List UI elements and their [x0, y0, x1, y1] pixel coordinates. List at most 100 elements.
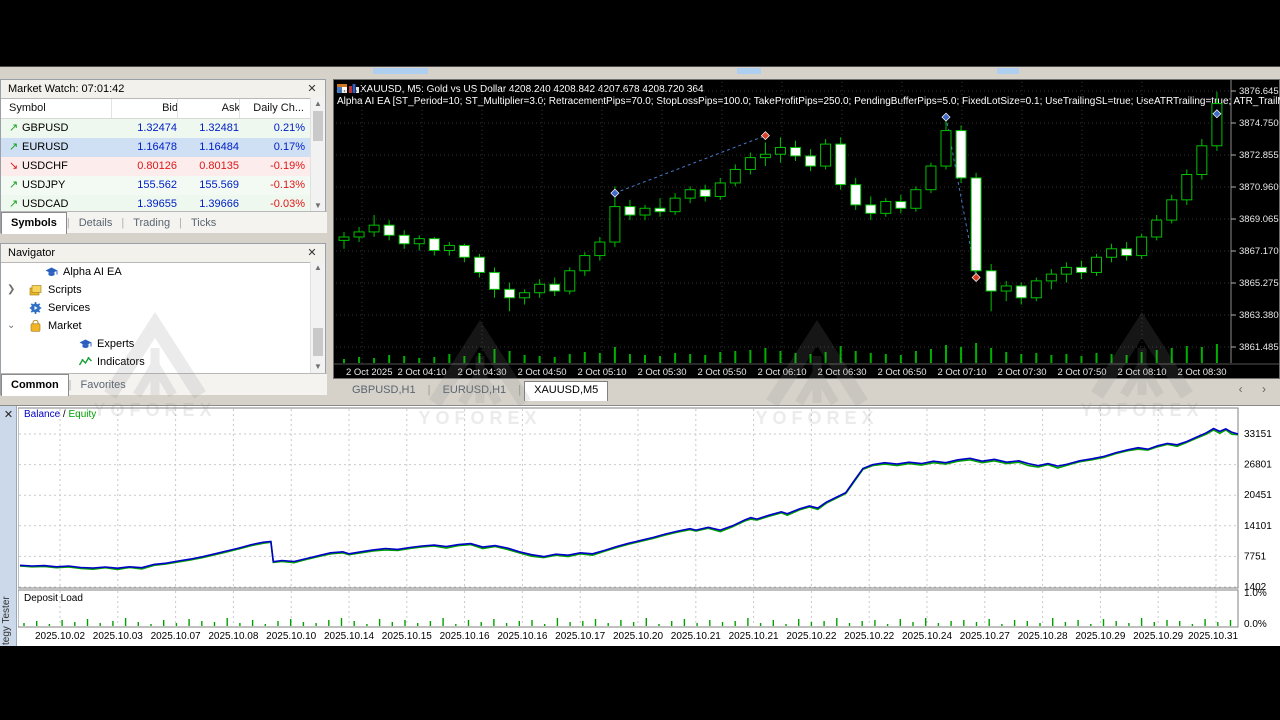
chart-tab-bar: GBPUSD,H1 | EURUSD,H1 | XAUUSD,M5 ‹ › — [333, 379, 1280, 401]
strategy-tester-vertical-tab[interactable]: tegy Tester — [1, 495, 16, 645]
symbol-cell: ↗ USDJPY — [9, 176, 119, 195]
tab-symbols[interactable]: Symbols — [1, 212, 67, 234]
navigator-item-services[interactable]: Services — [1, 299, 325, 317]
scroll-down-icon[interactable]: ▼ — [311, 361, 325, 373]
tester-date-label: 2025.10.21 — [671, 631, 721, 642]
candlestick-chart[interactable]: 3876.645 3874.750 3872.855 3870.960 3869.065… — [334, 80, 1279, 378]
bid-cell: 0.80126 — [137, 160, 177, 172]
collapse-icon[interactable]: ⌄ — [7, 317, 15, 335]
column-header-daily-ch-[interactable]: Daily Ch... — [239, 99, 304, 118]
tester-date-label: 2025.10.15 — [382, 631, 432, 642]
navigator-item-alpha-ai-ea[interactable]: Alpha AI EA — [1, 263, 325, 281]
navigator-title: Navigator ✕ — [1, 244, 325, 263]
market-watch-rows: ↗ GBPUSD 1.32474 1.32481 0.21% ↗ EURUSD 1.16478… — [1, 119, 325, 214]
services-icon — [29, 302, 42, 314]
tab-common[interactable]: Common — [1, 374, 69, 396]
market-watch-row[interactable]: ↗ USDJPY 155.562 155.569 -0.13% — [1, 176, 325, 195]
time-axis-label: 2 Oct 06:10 — [757, 367, 806, 378]
time-axis-label: 2 Oct 07:30 — [997, 367, 1046, 378]
legend-equity: Equity — [68, 409, 97, 420]
balance-axis-label: 7751 — [1244, 551, 1267, 562]
scroll-up-icon[interactable]: ▲ — [311, 98, 325, 110]
market-watch-row[interactable]: ↗ EURUSD 1.16478 1.16484 0.17% — [1, 138, 325, 157]
expand-icon[interactable]: ❯ — [7, 281, 15, 299]
daily-change-cell: 0.17% — [273, 141, 305, 153]
tester-date-label: 2025.10.16 — [440, 631, 490, 642]
close-icon[interactable]: ✕ — [305, 82, 319, 96]
deposit-axis-label: 1.0% — [1244, 588, 1267, 599]
market-watch-scrollbar[interactable]: ▲ ▼ — [310, 98, 325, 212]
navigator-scrollbar[interactable]: ▲ ▼ — [310, 262, 325, 373]
balance-axis-label: 33151 — [1244, 429, 1272, 440]
chart-tab-gbpusd-h1[interactable]: GBPUSD,H1 — [343, 382, 425, 399]
toolbar-button-highlight[interactable] — [737, 68, 761, 74]
market-watch-row[interactable]: ↗ GBPUSD 1.32474 1.32481 0.21% — [1, 119, 325, 138]
symbol-cell: ↗ GBPUSD — [9, 119, 119, 138]
tick-down-icon: ↘ — [9, 160, 19, 172]
scrollbar-thumb[interactable] — [313, 111, 323, 141]
market-watch-title: Market Watch: 07:01:42 ✕ — [1, 80, 325, 99]
market-watch-header[interactable]: Symbol Bid Ask Daily Ch... — [1, 99, 325, 119]
market-watch-row[interactable]: ↘ USDCHF 0.80126 0.80135 -0.19% — [1, 157, 325, 176]
time-axis-label: 2 Oct 04:30 — [457, 367, 506, 378]
toolbar-button-highlight[interactable] — [997, 68, 1019, 74]
navigator-item-market[interactable]: ⌄ Market — [1, 317, 325, 335]
column-header-ask[interactable]: Ask — [177, 99, 240, 118]
price-axis-label: 3865.275 — [1239, 278, 1279, 289]
toolbar-button-highlight[interactable] — [373, 68, 428, 74]
navigator-item-indicators[interactable]: Indicators — [1, 353, 325, 371]
balance-axis-label: 20451 — [1244, 490, 1272, 501]
close-icon[interactable]: ✕ — [2, 409, 15, 422]
bid-cell: 1.16478 — [137, 141, 177, 153]
time-axis-label: 2 Oct 06:50 — [877, 367, 926, 378]
chart-tab-xauusd-m5[interactable]: XAUUSD,M5 — [524, 381, 609, 401]
column-header-symbol[interactable]: Symbol — [9, 99, 109, 118]
price-axis-label: 3869.065 — [1239, 214, 1279, 225]
column-header-bid[interactable]: Bid — [111, 99, 178, 118]
tick-up-icon: ↗ — [9, 141, 19, 153]
tab-trading[interactable]: Trading — [124, 213, 179, 233]
tab-ticks[interactable]: Ticks — [182, 213, 225, 233]
chart-tab-eurusd-h1[interactable]: EURUSD,H1 — [434, 382, 516, 399]
price-axis-label: 3861.485 — [1239, 342, 1279, 353]
scrollbar-thumb[interactable] — [313, 328, 323, 356]
tab-details[interactable]: Details — [70, 213, 122, 233]
symbol-cell: ↘ USDCHF — [9, 157, 119, 176]
time-axis-label: 2 Oct 05:50 — [697, 367, 746, 378]
ea-icon — [45, 266, 58, 278]
chart-window[interactable]: XAUUSD, M5: Gold vs US Dollar 4208.240 4… — [333, 79, 1280, 379]
daily-change-cell: -0.19% — [270, 160, 305, 172]
close-icon[interactable]: ✕ — [305, 246, 319, 260]
tester-report-chart[interactable]: 2025.10.02 2025.10.03 2025.10.07 2025.10.08… — [18, 406, 1280, 647]
top-letterbox — [0, 0, 1280, 66]
time-axis-label: 2 Oct 04:50 — [517, 367, 566, 378]
balance-axis-label: 14101 — [1244, 521, 1272, 532]
scripts-icon — [29, 284, 42, 296]
indicators-icon — [78, 356, 92, 368]
tick-up-icon: ↗ — [9, 122, 19, 134]
ask-cell: 1.32481 — [199, 122, 239, 134]
navigator-item-label: Indicators — [97, 356, 145, 368]
experts-icon — [79, 338, 92, 350]
tester-date-label: 2025.10.22 — [844, 631, 894, 642]
tab-favorites[interactable]: Favorites — [72, 375, 135, 395]
tester-date-label: 2025.10.07 — [151, 631, 201, 642]
tab-scroll-arrows[interactable]: ‹ › — [1239, 382, 1274, 396]
tester-chart-legend: Balance / Equity — [24, 409, 97, 420]
deposit-axis-label: 0.0% — [1244, 619, 1267, 630]
market-watch-panel: Market Watch: 07:01:42 ✕ Symbol Bid Ask Dai… — [0, 79, 327, 234]
tester-date-label: 2025.10.08 — [208, 631, 258, 642]
tester-date-label: 2025.10.29 — [1133, 631, 1183, 642]
navigator-tabs: Common | Favorites — [1, 373, 327, 396]
price-axis-label: 3863.380 — [1239, 310, 1279, 321]
tester-side-strip: ✕ tegy Tester — [0, 406, 17, 647]
scroll-up-icon[interactable]: ▲ — [311, 262, 325, 274]
navigator-title-text: Navigator — [8, 247, 56, 259]
tester-date-label: 2025.10.24 — [902, 631, 952, 642]
ask-cell: 1.16484 — [199, 141, 239, 153]
toolbar-strip[interactable] — [0, 66, 1280, 80]
navigator-item-experts[interactable]: Experts — [1, 335, 325, 353]
navigator-item-scripts[interactable]: ❯ Scripts — [1, 281, 325, 299]
time-axis-label: 2 Oct 07:50 — [1057, 367, 1106, 378]
tester-date-label: 2025.10.20 — [613, 631, 663, 642]
